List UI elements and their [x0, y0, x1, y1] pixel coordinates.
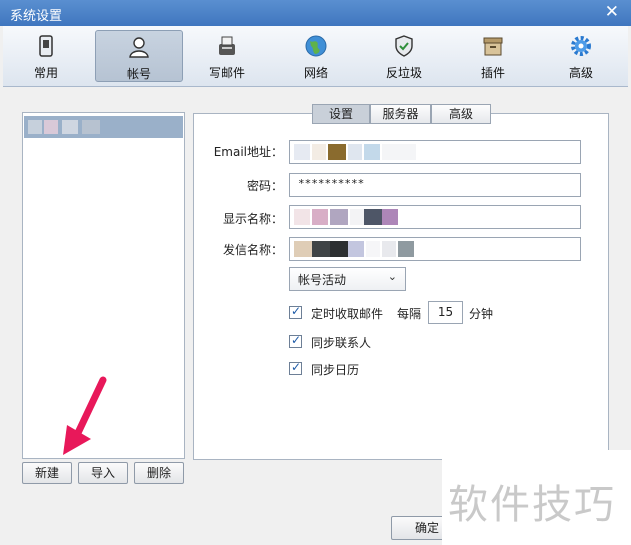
display-name-field[interactable] — [289, 205, 581, 229]
import-button[interactable]: 导入 — [78, 462, 128, 484]
pointer-arrow-icon — [63, 376, 107, 455]
toolbar-item-general[interactable]: 常用 — [3, 30, 89, 80]
globe-icon — [305, 35, 327, 57]
user-icon — [129, 37, 149, 58]
redacted-block — [398, 241, 414, 257]
toolbar-label: 反垃圾 — [385, 66, 422, 80]
toolbar-label: 高级 — [568, 66, 593, 80]
redacted-block — [312, 144, 326, 160]
chevron-down-icon: ⌄ — [387, 270, 397, 283]
gear-icon — [571, 36, 591, 56]
select-value: 帐号活动 — [298, 273, 347, 287]
email-label: Email地址： — [213, 145, 283, 159]
redacted-block — [364, 209, 382, 225]
redacted-block — [366, 241, 380, 257]
fetch-interval-input[interactable]: 15 — [428, 301, 463, 324]
settings-toolbar: 常用 帐号 写邮件 网络 反垃圾 插件 高级 — [3, 26, 628, 87]
checkmark-icon: ✓ — [291, 360, 302, 374]
toolbar-item-antispam[interactable]: 反垃圾 — [361, 30, 447, 80]
timed-fetch-checkbox[interactable]: ✓ — [289, 304, 302, 319]
toolbar-label: 常用 — [33, 66, 58, 80]
redacted-block — [44, 120, 58, 134]
toolbar-label: 帐号 — [126, 67, 151, 81]
redacted-block — [328, 144, 346, 160]
toolbar-item-account[interactable]: 帐号 — [95, 30, 183, 82]
close-icon[interactable]: ✕ — [605, 2, 619, 22]
password-label: 密码： — [246, 179, 283, 193]
window-title: 系统设置 — [10, 9, 63, 24]
account-folder-select[interactable]: 帐号活动 ⌄ — [289, 267, 406, 291]
toolbar-label: 网络 — [303, 66, 328, 80]
toolbar-item-network[interactable]: 网络 — [273, 30, 359, 80]
watermark-text: 软件技巧 — [448, 482, 616, 528]
sync-contacts-label: 同步联系人 — [311, 336, 372, 350]
compose-icon — [219, 36, 235, 55]
redacted-block — [364, 144, 380, 160]
box-icon — [483, 37, 503, 56]
tab-server[interactable]: 服务器 — [370, 104, 431, 124]
shield-icon — [395, 35, 413, 57]
settings-window: 系统设置 ✕ 常用 帐号 写邮件 网络 反垃圾 插件 高级 新建 导入 删除 设… — [0, 0, 631, 545]
redacted-block — [350, 209, 364, 225]
redacted-block — [330, 209, 348, 225]
checkmark-icon: ✓ — [291, 304, 302, 318]
sync-calendar-label: 同步日历 — [311, 363, 360, 377]
sync-contacts-checkbox[interactable]: ✓ — [289, 333, 302, 348]
sync-calendar-checkbox[interactable]: ✓ — [289, 360, 302, 375]
password-field[interactable]: ********** — [289, 173, 581, 197]
sender-name-field[interactable] — [289, 237, 581, 261]
redacted-block — [28, 120, 42, 134]
email-field[interactable] — [289, 140, 581, 164]
phone-icon — [39, 35, 53, 57]
interval-every-label: 每隔 — [397, 307, 422, 321]
redacted-block — [294, 144, 310, 160]
display-name-label: 显示名称： — [222, 212, 283, 226]
title-bar: 系统设置 ✕ — [0, 0, 631, 26]
toolbar-label: 写邮件 — [208, 66, 245, 80]
timed-fetch-label: 定时收取邮件 — [311, 307, 384, 321]
interval-unit-label: 分钟 — [469, 307, 494, 321]
sender-name-label: 发信名称： — [222, 243, 283, 257]
toolbar-item-compose[interactable]: 写邮件 — [184, 30, 270, 80]
toolbar-item-advanced[interactable]: 高级 — [538, 30, 624, 80]
password-value: ********** — [298, 177, 365, 190]
new-account-button[interactable]: 新建 — [22, 462, 72, 484]
account-list-item-selected[interactable] — [24, 116, 183, 138]
redacted-block — [312, 209, 328, 225]
checkmark-icon: ✓ — [291, 333, 302, 347]
redacted-block — [82, 120, 100, 134]
tab-settings[interactable]: 设置 — [312, 104, 370, 124]
toolbar-item-plugins[interactable]: 插件 — [450, 30, 536, 80]
redacted-block — [382, 144, 416, 160]
redacted-block — [382, 209, 398, 225]
delete-button[interactable]: 删除 — [134, 462, 184, 484]
redacted-block — [294, 209, 310, 225]
redacted-block — [348, 241, 364, 257]
redacted-block — [62, 120, 78, 134]
redacted-block — [348, 144, 362, 160]
toolbar-label: 插件 — [480, 66, 505, 80]
redacted-block — [312, 241, 330, 257]
redacted-block — [382, 241, 396, 257]
tab-advanced[interactable]: 高级 — [431, 104, 491, 124]
redacted-block — [294, 241, 312, 257]
redacted-block — [330, 241, 348, 257]
